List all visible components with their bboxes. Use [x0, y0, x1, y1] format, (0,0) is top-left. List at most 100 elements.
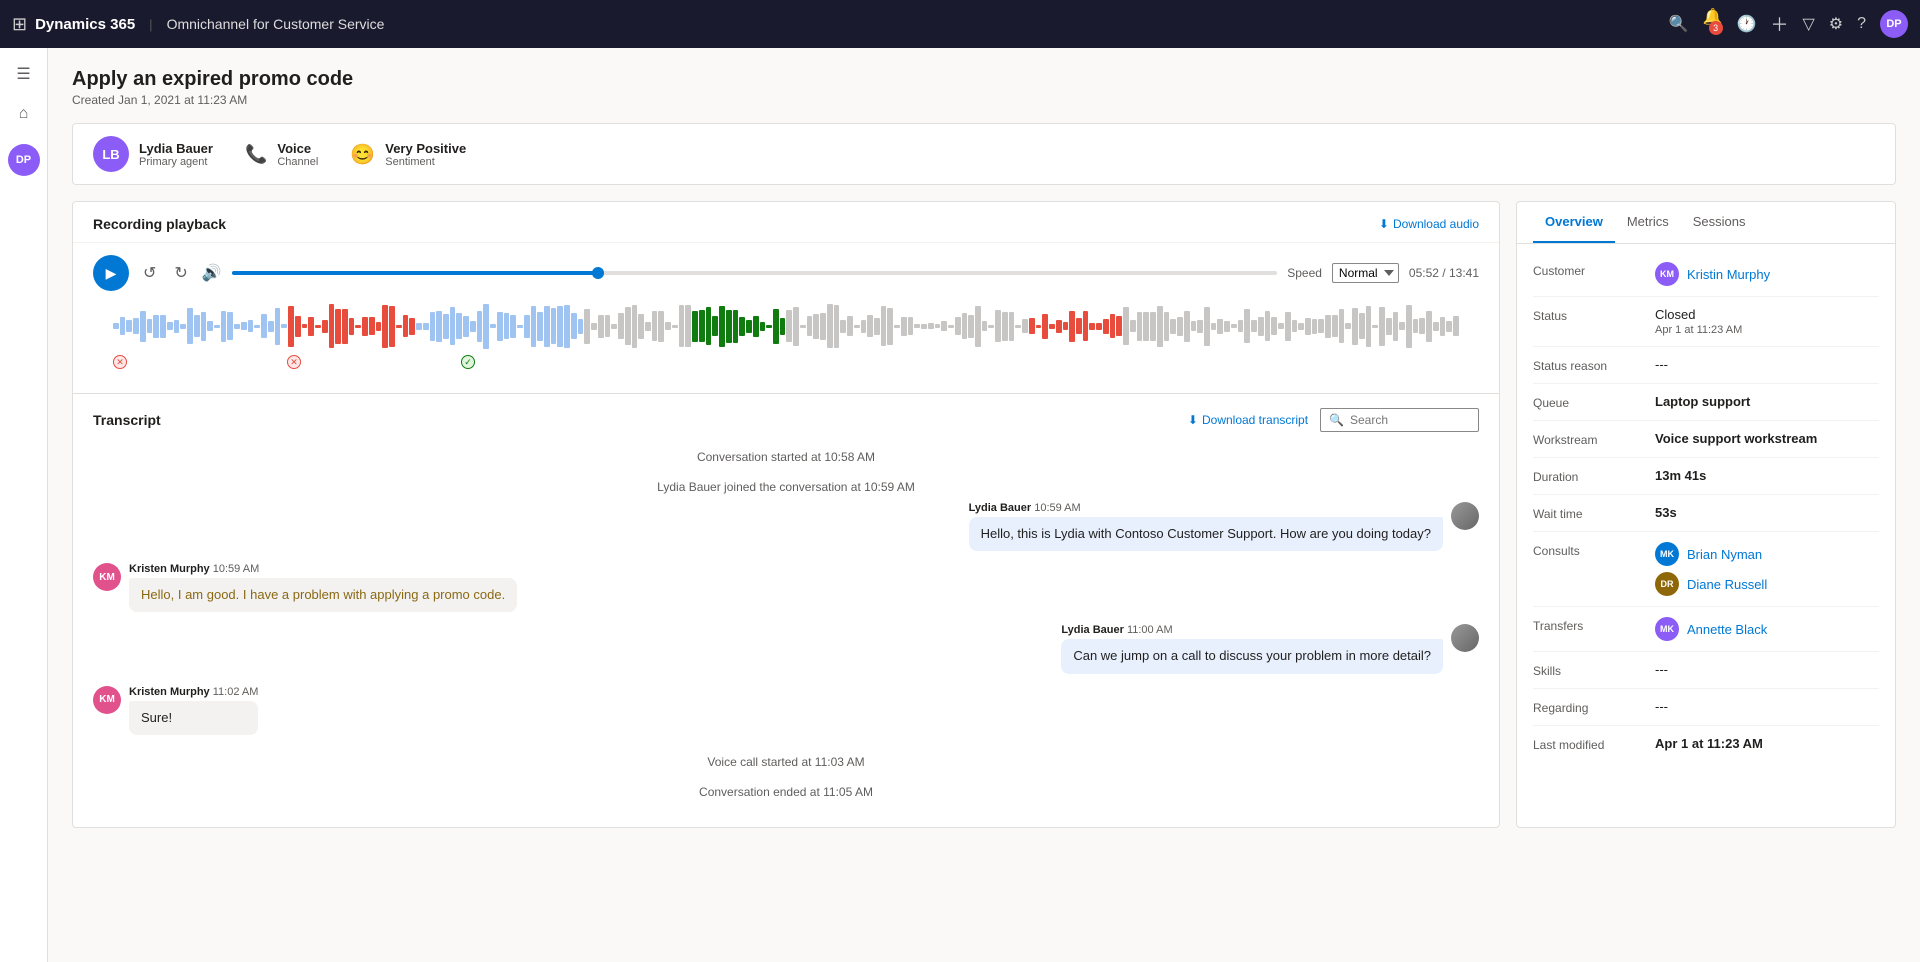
msg1-content: Lydia Bauer 10:59 AM Hello, this is Lydi… [969, 502, 1443, 551]
transcript-search-box[interactable]: 🔍 [1320, 408, 1479, 432]
download-audio-label: Download audio [1393, 217, 1479, 231]
settings-icon[interactable]: ⚙ [1829, 14, 1843, 34]
notification-icon[interactable]: 🔔 3 [1703, 7, 1723, 41]
value-last-modified: Apr 1 at 11:23 AM [1655, 736, 1879, 751]
sidebar-user-avatar[interactable]: DP [8, 144, 40, 176]
player-controls: ▶ ↺ ↻ 🔊 Speed Normal [93, 255, 1479, 291]
phone-icon: 📞 [245, 144, 267, 165]
sentiment-icon: 😊 [350, 142, 375, 167]
msg3-bubble: Can we jump on a call to discuss your pr… [1061, 639, 1443, 673]
user-avatar[interactable]: DP [1880, 10, 1908, 38]
customer-avatar-msg4: KM [93, 686, 121, 714]
system-msg-3: Voice call started at 11:03 AM [93, 747, 1479, 777]
info-last-modified: Last modified Apr 1 at 11:23 AM [1533, 726, 1879, 762]
value-status: Closed Apr 1 at 11:23 AM [1655, 307, 1879, 336]
agent-avatar: LB [93, 136, 129, 172]
consult-1-name[interactable]: Brian Nyman [1687, 547, 1762, 562]
sidebar: ☰ ⌂ DP [0, 48, 48, 962]
sentiment-info: 😊 Very Positive Sentiment [350, 141, 466, 168]
info-duration: Duration 13m 41s [1533, 458, 1879, 495]
agent-name: Lydia Bauer [139, 141, 213, 156]
transfer-1: MK Annette Black [1655, 617, 1879, 641]
value-skills: --- [1655, 662, 1879, 677]
waveform[interactable]: ✕ ✕ ✓ [93, 301, 1479, 381]
info-status-reason: Status reason --- [1533, 347, 1879, 384]
label-last-modified: Last modified [1533, 736, 1643, 752]
sidebar-home-btn[interactable]: ⌂ [6, 96, 42, 132]
audio-player: ▶ ↺ ↻ 🔊 Speed Normal [73, 243, 1499, 393]
clock-icon[interactable]: 🕐 [1737, 14, 1757, 34]
transcript-search-input[interactable] [1350, 413, 1470, 427]
left-panel: Recording playback ⬇ Download audio ▶ ↺ … [72, 201, 1500, 828]
page-created: Created Jan 1, 2021 at 11:23 AM [72, 93, 1896, 107]
chat-area: Conversation started at 10:58 AM Lydia B… [73, 442, 1499, 827]
channel-label: Voice [277, 141, 318, 156]
msg2-meta: Kristen Murphy 10:59 AM [129, 563, 517, 575]
grid-icon[interactable]: ⊞ [12, 14, 27, 35]
msg1-meta: Lydia Bauer 10:59 AM [969, 502, 1443, 514]
label-regarding: Regarding [1533, 699, 1643, 715]
customer-avatar-small: KM [1655, 262, 1679, 286]
forward-button[interactable]: ↻ [170, 259, 191, 287]
main-content: Apply an expired promo code Created Jan … [48, 48, 1920, 962]
sidebar-menu-btn[interactable]: ☰ [6, 56, 42, 92]
waveform-bars [113, 301, 1459, 351]
channel-info: 📞 Voice Channel [245, 141, 318, 168]
topnav: ⊞ Dynamics 365 | Omnichannel for Custome… [0, 0, 1920, 48]
recording-header: Recording playback ⬇ Download audio [73, 202, 1499, 243]
download-audio-link[interactable]: ⬇ Download audio [1379, 217, 1479, 231]
search-icon-small: 🔍 [1329, 413, 1344, 427]
negative-marker-2: ✕ [287, 355, 301, 369]
app-title: Omnichannel for Customer Service [167, 16, 385, 32]
consult-2-name[interactable]: Diane Russell [1687, 577, 1767, 592]
consult-2-avatar: DR [1655, 572, 1679, 596]
transfer-1-avatar: MK [1655, 617, 1679, 641]
message-1: Lydia Bauer 10:59 AM Hello, this is Lydi… [93, 502, 1479, 551]
label-queue: Queue [1533, 394, 1643, 410]
sentiment-value: Very Positive [385, 141, 466, 156]
agent-info: LB Lydia Bauer Primary agent [93, 136, 213, 172]
page-title: Apply an expired promo code [72, 68, 1896, 91]
sentiment-markers: ✕ ✕ ✓ [113, 351, 1459, 373]
add-icon[interactable]: ＋ [1770, 11, 1788, 37]
speed-label: Speed [1287, 266, 1322, 280]
tab-overview[interactable]: Overview [1533, 202, 1615, 243]
download-transcript-link[interactable]: ⬇ Download transcript [1188, 413, 1308, 427]
info-wait-time: Wait time 53s [1533, 495, 1879, 532]
value-consults: MK Brian Nyman DR Diane Russell [1655, 542, 1879, 596]
label-status: Status [1533, 307, 1643, 323]
play-button[interactable]: ▶ [93, 255, 129, 291]
consult-1: MK Brian Nyman [1655, 542, 1879, 566]
msg1-bubble: Hello, this is Lydia with Contoso Custom… [969, 517, 1443, 551]
tab-sessions[interactable]: Sessions [1681, 202, 1758, 243]
volume-icon[interactable]: 🔊 [202, 263, 222, 283]
system-msg-2: Lydia Bauer joined the conversation at 1… [93, 472, 1479, 502]
label-skills: Skills [1533, 662, 1643, 678]
transfer-1-name[interactable]: Annette Black [1687, 622, 1767, 637]
transcript-title: Transcript [93, 412, 161, 428]
info-regarding: Regarding --- [1533, 689, 1879, 726]
agent-role: Primary agent [139, 156, 213, 168]
progress-bar[interactable] [232, 271, 1277, 275]
customer-avatar-msg2: KM [93, 563, 121, 591]
value-wait-time: 53s [1655, 505, 1879, 520]
rewind-button[interactable]: ↺ [139, 259, 160, 287]
nav-separator: | [149, 17, 152, 32]
transcript-actions: ⬇ Download transcript 🔍 [1188, 408, 1479, 432]
time-display: 05:52 / 13:41 [1409, 266, 1479, 280]
download-icon: ⬇ [1379, 217, 1389, 231]
search-icon[interactable]: 🔍 [1669, 14, 1689, 34]
consult-list: MK Brian Nyman DR Diane Russell [1655, 542, 1879, 596]
msg3-meta: Lydia Bauer 11:00 AM [1061, 624, 1443, 636]
customer-name-link[interactable]: Kristin Murphy [1687, 267, 1770, 282]
label-workstream: Workstream [1533, 431, 1643, 447]
value-queue: Laptop support [1655, 394, 1879, 409]
info-transfers: Transfers MK Annette Black [1533, 607, 1879, 652]
sentiment-sub: Sentiment [385, 156, 466, 168]
positive-marker: ✓ [461, 355, 475, 369]
help-icon[interactable]: ? [1857, 15, 1866, 33]
tab-metrics[interactable]: Metrics [1615, 202, 1681, 243]
filter-icon[interactable]: ▽ [1802, 14, 1814, 34]
label-transfers: Transfers [1533, 617, 1643, 633]
speed-select[interactable]: Normal 0.5x 0.75x 1.25x 1.5x 2x [1332, 263, 1399, 283]
